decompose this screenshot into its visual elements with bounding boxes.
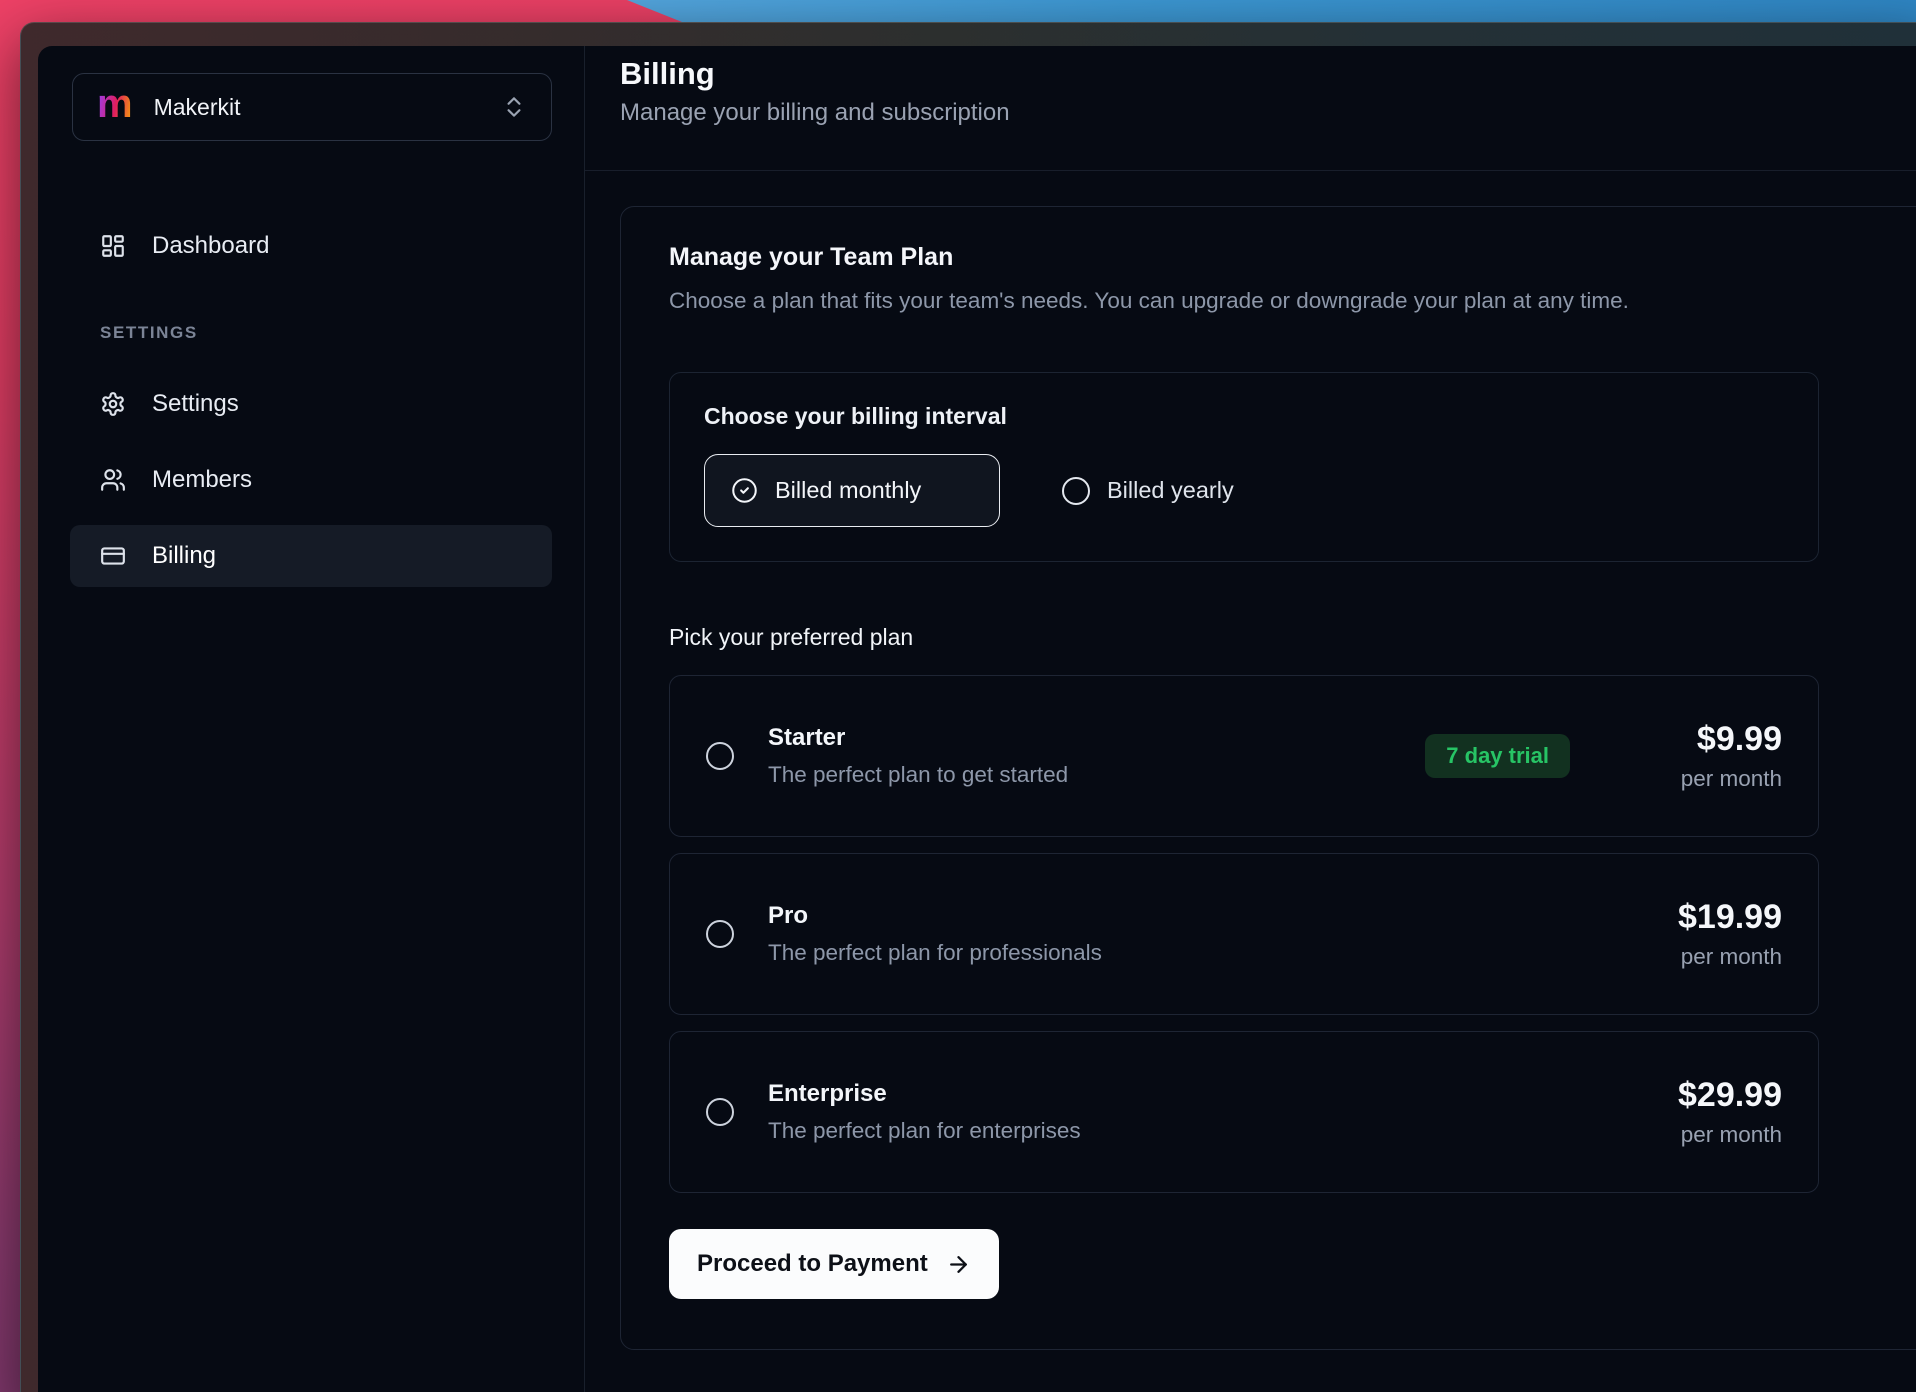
plan-period: per month (1612, 766, 1782, 792)
sidebar-item-settings[interactable]: Settings (70, 373, 552, 435)
team-plan-card: Manage your Team Plan Choose a plan that… (620, 206, 1916, 1350)
sidebar-item-billing[interactable]: Billing (70, 525, 552, 587)
plan-row-enterprise[interactable]: Enterprise The perfect plan for enterpri… (669, 1031, 1819, 1193)
plan-text: Starter The perfect plan to get started (768, 724, 1068, 788)
layout-dashboard-icon (100, 233, 126, 259)
billed-monthly-option[interactable]: Billed monthly (704, 454, 1000, 527)
sidebar-section-settings: SETTINGS (70, 323, 552, 343)
plan-text: Pro The perfect plan for professionals (768, 902, 1102, 966)
plan-name: Starter (768, 724, 1068, 752)
proceed-to-payment-label: Proceed to Payment (697, 1250, 928, 1278)
plan-row-pro[interactable]: Pro The perfect plan for professionals $… (669, 853, 1819, 1015)
plan-price: $29.99 (1612, 1076, 1782, 1115)
sidebar-item-label: Dashboard (152, 232, 269, 260)
plan-period: per month (1612, 1122, 1782, 1148)
trial-badge: 7 day trial (1425, 734, 1570, 778)
plan-price-block: $29.99 per month (1612, 1076, 1782, 1148)
page-subtitle: Manage your billing and subscription (620, 99, 1916, 127)
sidebar-item-label: Members (152, 466, 252, 494)
workspace-selector[interactable]: m Makerkit (72, 73, 552, 141)
makerkit-logo-icon: m (97, 84, 133, 124)
users-icon (100, 467, 126, 493)
plan-name: Pro (768, 902, 1102, 930)
plan-row-starter[interactable]: Starter The perfect plan to get started … (669, 675, 1819, 837)
plan-price-block: $9.99 per month (1612, 720, 1782, 792)
card-title: Manage your Team Plan (669, 243, 1916, 272)
plan-description: The perfect plan for professionals (768, 940, 1102, 966)
sidebar-item-members[interactable]: Members (70, 449, 552, 511)
billing-interval-label: Choose your billing interval (704, 403, 1784, 430)
main-content: Billing Manage your billing and subscrip… (585, 46, 1916, 1392)
page-content: Manage your Team Plan Choose a plan that… (585, 171, 1916, 1392)
gear-icon (100, 391, 126, 417)
check-circle-icon (731, 477, 758, 504)
plan-price: $19.99 (1612, 898, 1782, 937)
card-subtitle: Choose a plan that fits your team's need… (669, 288, 1916, 314)
sidebar-item-label: Settings (152, 390, 239, 418)
chevrons-up-down-icon (501, 94, 527, 120)
sidebar: m Makerkit Dashboard SETTINGS (38, 46, 585, 1392)
sidebar-item-dashboard[interactable]: Dashboard (70, 215, 552, 277)
plan-text: Enterprise The perfect plan for enterpri… (768, 1080, 1081, 1144)
arrow-right-icon (946, 1252, 971, 1277)
billed-yearly-option[interactable]: Billed yearly (1062, 477, 1234, 505)
radio-circle-icon[interactable] (706, 1098, 734, 1126)
desktop: m Makerkit Dashboard SETTINGS (0, 0, 1916, 1392)
radio-circle-icon[interactable] (706, 920, 734, 948)
plans-label: Pick your preferred plan (669, 624, 1916, 651)
app-surface: m Makerkit Dashboard SETTINGS (38, 46, 1916, 1392)
plan-name: Enterprise (768, 1080, 1081, 1108)
proceed-to-payment-button[interactable]: Proceed to Payment (669, 1229, 999, 1299)
sidebar-item-label: Billing (152, 542, 216, 570)
page-title: Billing (620, 54, 1916, 94)
plan-price-block: $19.99 per month (1612, 898, 1782, 970)
radio-circle-icon (1062, 477, 1090, 505)
sidebar-nav: Dashboard SETTINGS Settings Members (38, 215, 584, 587)
plan-period: per month (1612, 944, 1782, 970)
billing-interval-box: Choose your billing interval Billed mont… (669, 372, 1819, 562)
plan-description: The perfect plan to get started (768, 762, 1068, 788)
plan-price: $9.99 (1612, 720, 1782, 759)
page-header: Billing Manage your billing and subscrip… (585, 46, 1916, 171)
workspace-name: Makerkit (154, 94, 241, 121)
billed-monthly-label: Billed monthly (775, 477, 921, 504)
credit-card-icon (100, 543, 126, 569)
plan-description: The perfect plan for enterprises (768, 1118, 1081, 1144)
billing-interval-options: Billed monthly Billed yearly (704, 454, 1784, 527)
radio-circle-icon[interactable] (706, 742, 734, 770)
app-window: m Makerkit Dashboard SETTINGS (20, 22, 1916, 1392)
billed-yearly-label: Billed yearly (1107, 477, 1234, 504)
